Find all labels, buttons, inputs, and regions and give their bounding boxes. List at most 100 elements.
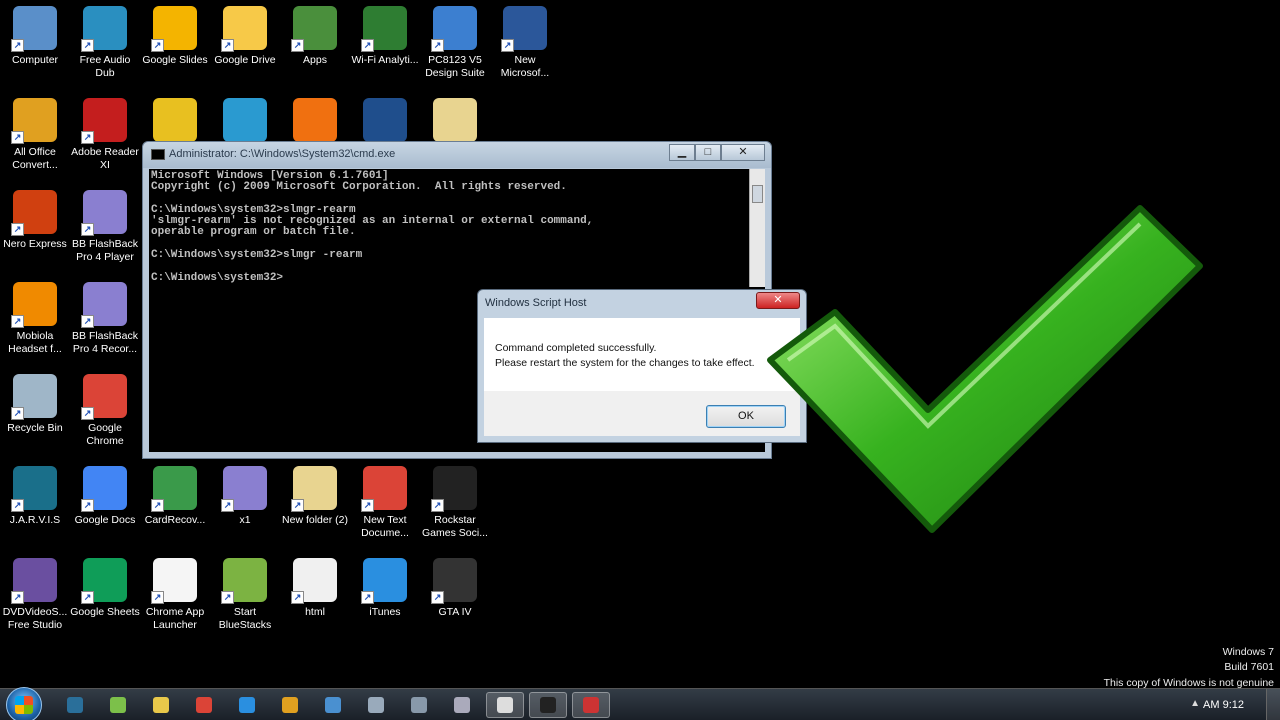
minimize-button[interactable]: ▁ [669, 144, 695, 161]
desktop-icon[interactable]: ↗ Recycle Bin [0, 374, 70, 435]
shortcut-arrow-icon: ↗ [291, 591, 304, 604]
desktop-icon-label: New Microsof... [500, 54, 550, 79]
shortcut-arrow-icon: ↗ [221, 591, 234, 604]
desktop-icon[interactable]: ↗ New folder (2) [280, 466, 350, 527]
desktop-icon-label: Nero Express [3, 238, 67, 250]
taskbar-clock[interactable]: AM 9:12 [1203, 699, 1244, 711]
desktop-icon[interactable]: ↗ Adobe Reader XI [70, 98, 140, 172]
desktop-icon[interactable] [280, 98, 350, 142]
taskbar-button[interactable] [271, 692, 309, 718]
desktop-icon[interactable]: ↗ GTA IV [420, 558, 490, 619]
shortcut-arrow-icon: ↗ [221, 499, 234, 512]
desktop-icon[interactable]: ↗ PC8123 V5 Design Suite [420, 6, 490, 80]
taskbar-button[interactable] [99, 692, 137, 718]
desktop-icon[interactable]: ↗ x1 [210, 466, 280, 527]
card-recovery-icon: ↗ [151, 466, 197, 512]
taskbar-button[interactable] [400, 692, 438, 718]
dialog-body: Command completed successfully. Please r… [484, 318, 800, 391]
desktop-icon[interactable]: ↗ BB FlashBack Pro 4 Player [70, 190, 140, 264]
taskbar-button[interactable] [357, 692, 395, 718]
desktop-icon[interactable]: ↗ BB FlashBack Pro 4 Recor... [70, 282, 140, 356]
headset-icon: ↗ [11, 282, 57, 328]
desktop-icon-label: Start BlueStacks [218, 606, 272, 631]
desktop-icon-label: Mobiola Headset f... [8, 330, 62, 355]
docs-icon: ↗ [81, 466, 127, 512]
pdf-icon: ↗ [81, 98, 127, 144]
console-line: operable program or batch file. [151, 226, 356, 239]
desktop-icon-label: Google Docs [74, 514, 136, 526]
app-blue-icon [363, 98, 407, 142]
desktop-icon[interactable]: ↗ New Text Docume... [350, 466, 420, 540]
shortcut-arrow-icon: ↗ [81, 39, 94, 52]
desktop-icon[interactable]: ↗ Mobiola Headset f... [0, 282, 70, 356]
desktop-icon[interactable]: ↗ All Office Convert... [0, 98, 70, 172]
network-task-icon [368, 697, 384, 713]
shortcut-arrow-icon: ↗ [81, 315, 94, 328]
dialog-message-2: Please restart the system for the change… [495, 357, 755, 369]
desktop-icon-label: Recycle Bin [7, 422, 63, 434]
desktop-icon[interactable]: ↗ Computer [0, 6, 70, 67]
desktop-icon[interactable] [420, 98, 490, 142]
tray-overflow-icon[interactable]: ▲ [1190, 698, 1200, 709]
desktop-icon[interactable] [210, 98, 280, 142]
desktop-icon[interactable]: ↗ html [280, 558, 350, 619]
desktop-icon[interactable]: ↗ Google Sheets [70, 558, 140, 619]
desktop-icon[interactable]: ↗ J.A.R.V.I.S [0, 466, 70, 527]
desktop-icon-label: DVDVideoS... Free Studio [2, 606, 68, 631]
start-button[interactable] [6, 687, 42, 720]
desktop-icon[interactable]: ↗ Google Drive [210, 6, 280, 67]
desktop-icon[interactable]: ↗ Nero Express [0, 190, 70, 251]
shortcut-arrow-icon: ↗ [151, 591, 164, 604]
wifi-icon: ↗ [361, 6, 407, 52]
desktop-icon[interactable]: ↗ DVDVideoS... Free Studio [0, 558, 70, 632]
desktop-icon[interactable] [350, 98, 420, 142]
desktop-icon[interactable] [140, 98, 210, 142]
taskbar-button[interactable] [142, 692, 180, 718]
taskbar-button[interactable] [228, 692, 266, 718]
show-desktop-button[interactable] [1266, 689, 1280, 720]
shortcut-arrow-icon: ↗ [361, 39, 374, 52]
shortcut-arrow-icon: ↗ [431, 499, 444, 512]
folder-partial-icon [433, 98, 477, 142]
close-button[interactable]: ✕ [721, 144, 765, 161]
desktop-icon[interactable]: ↗ Free Audio Dub [70, 6, 140, 80]
desktop-icon[interactable]: ↗ Google Chrome [70, 374, 140, 448]
desktop-icon[interactable]: ↗ Apps [280, 6, 350, 67]
shortcut-arrow-icon: ↗ [81, 223, 94, 236]
desktop-icon[interactable]: ↗ Google Slides [140, 6, 210, 67]
desktop-icon[interactable]: ↗ Google Docs [70, 466, 140, 527]
desktop-icon[interactable]: ↗ Rockstar Games Soci... [420, 466, 490, 540]
cmd-titlebar[interactable]: Administrator: C:\Windows\System32\cmd.e… [143, 142, 771, 168]
shortcut-arrow-icon: ↗ [11, 499, 24, 512]
desktop-icon[interactable]: ↗ CardRecov... [140, 466, 210, 527]
maximize-button[interactable]: □ [695, 144, 721, 161]
word-doc-icon: ↗ [501, 6, 547, 52]
taskbar-button[interactable] [572, 692, 610, 718]
desktop-icon[interactable]: ↗ iTunes [350, 558, 420, 619]
flashback-player-icon: ↗ [81, 190, 127, 236]
desktop-icon[interactable]: ↗ Start BlueStacks [210, 558, 280, 632]
shortcut-arrow-icon: ↗ [151, 39, 164, 52]
taskbar-button[interactable] [443, 692, 481, 718]
desktop-icon-label: iTunes [369, 606, 401, 618]
taskbar-button[interactable] [185, 692, 223, 718]
desktop-icon[interactable]: ↗ Wi-Fi Analyti... [350, 6, 420, 67]
taskbar-button[interactable] [314, 692, 352, 718]
keyboard-task-icon [411, 697, 427, 713]
itunes-icon: ↗ [361, 558, 407, 604]
desktop-icon-label: x1 [239, 514, 251, 526]
shortcut-arrow-icon: ↗ [431, 591, 444, 604]
desktop-icon[interactable]: ↗ New Microsof... [490, 6, 560, 80]
desktop-icon-label: All Office Convert... [12, 146, 58, 171]
dialog-message-1: Command completed successfully. [495, 342, 657, 354]
taskbar-button[interactable] [529, 692, 567, 718]
screen-task-icon [583, 697, 599, 713]
desktop-icon-label: Google Drive [214, 54, 276, 66]
taskbar-button[interactable] [56, 692, 94, 718]
taskbar-button[interactable] [486, 692, 524, 718]
desktop-icon-label: Chrome App Launcher [145, 606, 205, 631]
desktop-icon[interactable]: ↗ Chrome App Launcher [140, 558, 210, 632]
console-line: Copyright (c) 2009 Microsoft Corporation… [151, 181, 567, 194]
avast-icon [293, 98, 337, 142]
file-icon: ↗ [291, 558, 337, 604]
